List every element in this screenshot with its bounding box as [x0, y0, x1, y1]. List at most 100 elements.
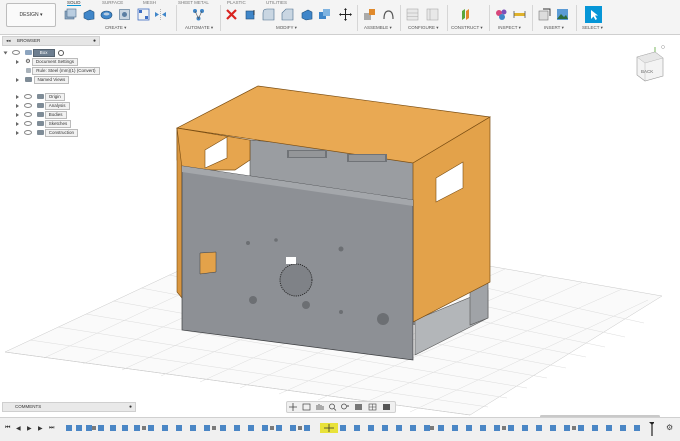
tree-item-sketches[interactable]: Sketches — [4, 119, 144, 128]
gear-icon: ⚙ — [25, 59, 31, 65]
offset-plane-icon[interactable] — [460, 8, 473, 21]
tree-item-bodies[interactable]: Bodies — [4, 110, 144, 119]
workspace-switcher[interactable]: DESIGN ▾ — [6, 3, 56, 27]
tree-item-document-settings[interactable]: ⚙ Document Settings — [4, 57, 144, 66]
chamfer-icon[interactable] — [281, 8, 294, 21]
play-icon[interactable]: ▶ — [27, 425, 32, 432]
collapse-icon[interactable]: ◂◂ — [6, 37, 11, 45]
create-menu[interactable]: CREATE ▾ — [105, 25, 126, 31]
visibility-eye-icon[interactable] — [24, 112, 33, 118]
expand-icon[interactable] — [16, 112, 19, 117]
browser-tree: Box ⚙ Document Settings Rule: Steel (mm)… — [3, 48, 144, 137]
tree-item-origin[interactable]: Origin — [4, 92, 144, 101]
viewcube[interactable]: BACK — [636, 45, 665, 82]
configure-menu[interactable]: CONFIGURE ▾ — [408, 25, 439, 31]
visibility-eye-icon[interactable] — [24, 121, 33, 127]
assemble-menu[interactable]: ASSEMBLE ▾ — [364, 25, 392, 31]
go-to-start-icon[interactable]: ⏮ — [5, 425, 10, 432]
browser-pin-icon[interactable]: ● — [93, 37, 96, 45]
folder-icon — [36, 103, 44, 109]
box-model[interactable] — [175, 85, 492, 361]
construct-menu[interactable]: CONSTRUCT ▾ — [451, 25, 483, 31]
move-icon[interactable] — [339, 8, 352, 21]
new-component-icon[interactable] — [64, 8, 77, 21]
go-to-end-icon[interactable]: ⏭ — [49, 425, 54, 432]
combine-icon[interactable] — [318, 8, 331, 21]
tree-item-label: Analysis — [44, 102, 70, 110]
automate-icon[interactable] — [192, 8, 205, 21]
insert-menu[interactable]: INSERT ▾ — [544, 25, 564, 31]
expand-icon[interactable] — [16, 94, 19, 99]
interference-icon[interactable] — [513, 8, 526, 21]
pan-icon[interactable] — [316, 404, 324, 410]
expand-icon[interactable] — [16, 130, 19, 135]
comments-add-icon[interactable]: ● — [129, 403, 132, 411]
orbit-icon[interactable] — [289, 403, 297, 411]
new-joint-icon[interactable] — [363, 8, 376, 21]
activate-radio-icon[interactable] — [57, 49, 64, 56]
tree-root[interactable]: Box — [3, 48, 144, 57]
tree-item-label: Rule: Steel (mm)(1) (Convert) — [32, 67, 100, 75]
expand-icon[interactable] — [16, 121, 19, 126]
tab-sheet-metal[interactable]: SHEET METAL — [178, 0, 209, 5]
extrude-icon[interactable] — [82, 8, 95, 21]
tree-item-named-views[interactable]: Named Views — [4, 75, 144, 84]
tab-surface[interactable]: SURFACE — [102, 0, 123, 5]
browser-panel-header[interactable]: ◂◂ BROWSER ● — [2, 36, 100, 46]
root-component-label[interactable]: Box — [32, 49, 55, 57]
pattern-icon[interactable] — [137, 8, 150, 21]
expand-icon[interactable] — [3, 51, 8, 55]
configure-parameters-icon[interactable] — [426, 8, 439, 21]
expand-icon[interactable] — [16, 59, 19, 64]
insert-derive-icon[interactable] — [538, 8, 551, 21]
expand-icon[interactable] — [16, 103, 19, 108]
revolve-icon[interactable] — [100, 8, 113, 21]
look-at-icon[interactable] — [302, 403, 311, 411]
automate-menu[interactable]: AUTOMATE ▾ — [185, 25, 213, 31]
toolbar-divider — [220, 5, 221, 31]
delete-icon[interactable] — [225, 8, 238, 21]
tree-item-analysis[interactable]: Analysis — [4, 101, 144, 110]
select-menu[interactable]: SELECT ▾ — [582, 25, 603, 31]
hole-icon[interactable] — [118, 8, 131, 21]
inspect-menu[interactable]: INSPECT ▾ — [498, 25, 521, 31]
tab-utilities[interactable]: UTILITIES — [266, 0, 287, 5]
visibility-eye-icon[interactable] — [24, 94, 33, 100]
tab-mesh[interactable]: MESH — [143, 0, 156, 5]
timeline-settings-icon[interactable]: ⚙ — [666, 423, 673, 432]
tree-item-rule[interactable]: Rule: Steel (mm)(1) (Convert) — [4, 66, 144, 75]
insert-canvas-icon[interactable] — [556, 8, 569, 21]
shell-icon[interactable] — [300, 8, 313, 21]
toolbar-divider — [532, 5, 533, 31]
step-forward-icon[interactable]: ▶ — [38, 425, 43, 432]
tree-item-label: Document Settings — [31, 58, 78, 66]
tab-plastic[interactable]: PLASTIC — [227, 0, 246, 5]
zoom-icon[interactable] — [329, 403, 337, 411]
viewport-settings-icon[interactable] — [383, 404, 390, 410]
fit-icon[interactable] — [341, 403, 350, 410]
timeline-features[interactable] — [64, 422, 654, 436]
configure-table-icon[interactable] — [406, 8, 419, 21]
step-back-icon[interactable]: ◀ — [16, 425, 21, 432]
toolbar-divider — [400, 5, 401, 31]
tab-solid[interactable]: SOLID — [67, 0, 81, 6]
fillet-icon[interactable] — [262, 8, 275, 21]
visibility-eye-icon[interactable] — [12, 50, 21, 56]
press-pull-icon[interactable] — [244, 8, 257, 21]
browser-title: BROWSER — [17, 38, 41, 43]
visibility-eye-icon[interactable] — [24, 130, 33, 136]
modify-menu[interactable]: MODIFY ▾ — [276, 25, 297, 31]
select-icon[interactable] — [585, 6, 602, 23]
display-settings-icon[interactable] — [355, 404, 362, 410]
tree-item-construction[interactable]: Construction — [4, 128, 144, 137]
toolbar-divider — [576, 5, 577, 31]
as-built-joint-icon[interactable] — [382, 8, 395, 21]
mirror-icon[interactable] — [154, 8, 167, 21]
grid-settings-icon[interactable] — [368, 403, 377, 411]
expand-icon[interactable] — [16, 77, 19, 82]
measure-icon[interactable] — [495, 8, 508, 21]
visibility-eye-icon[interactable] — [24, 103, 33, 109]
comments-panel[interactable]: COMMENTS ● — [2, 402, 136, 412]
tree-item-label: Origin — [44, 93, 65, 101]
tree-item-label: Construction — [44, 129, 79, 137]
